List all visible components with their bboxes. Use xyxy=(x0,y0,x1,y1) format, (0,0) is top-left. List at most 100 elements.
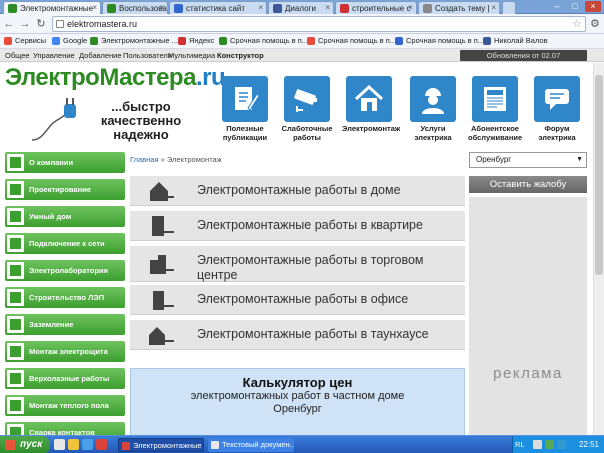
sidebar-item-switchboard[interactable]: Монтаж электрощита xyxy=(5,341,125,362)
bookmark-label: Срочная помощь в п... xyxy=(406,36,485,45)
sidebar-item-grid-connection[interactable]: Подключение к сети xyxy=(5,233,125,254)
bookmark-item[interactable]: Срочная помощь в п... xyxy=(219,36,308,45)
wrench-icon[interactable]: ⚙ xyxy=(590,17,600,30)
sidebar-item-laboratory[interactable]: Электролаборатория xyxy=(5,260,125,281)
header-nav-electrician[interactable]: Услуги электрика xyxy=(406,76,460,142)
language-indicator[interactable]: RL xyxy=(515,440,525,449)
taskbar-window-notepad[interactable]: Текстовый докумен... xyxy=(208,438,294,452)
site-favicon-icon xyxy=(107,4,116,13)
browser-tab[interactable]: Диалоги × xyxy=(268,1,334,14)
admin-menu-item[interactable]: Пользователи xyxy=(123,51,172,60)
service-label: Электромонтажные работы в квартире xyxy=(197,218,423,232)
start-button[interactable]: пуск xyxy=(0,436,50,453)
close-icon[interactable]: × xyxy=(159,3,164,12)
taskbar-window-browser[interactable]: Электромонтажные ... xyxy=(118,438,204,452)
close-icon[interactable]: × xyxy=(491,3,496,12)
sidebar-item-label: Электролаборатория xyxy=(29,266,109,275)
header-nav-electrical[interactable]: Электромонтаж xyxy=(342,76,400,133)
sidebar-item-smart-home[interactable]: Умный дом xyxy=(5,206,125,227)
browser-tab[interactable]: строительные с × xyxy=(335,1,417,14)
bookmark-item[interactable]: Яндекс xyxy=(178,36,214,45)
site-favicon-icon xyxy=(8,4,17,13)
admin-menu-item[interactable]: Мультимедиа xyxy=(168,51,215,60)
minimize-icon[interactable]: – xyxy=(549,1,565,12)
browser-tab[interactable]: Электромонтажные × xyxy=(3,1,101,15)
bookmark-star-icon[interactable]: ☆ xyxy=(572,17,582,31)
flask-icon xyxy=(7,262,24,279)
desktop-icon[interactable] xyxy=(54,439,65,450)
ie-icon[interactable] xyxy=(82,439,93,450)
taskbar-window-label: Электромонтажные ... xyxy=(133,441,204,450)
updates-button[interactable]: Обновления от 02.07 xyxy=(460,50,587,61)
maximize-icon[interactable]: □ xyxy=(567,1,583,12)
breadcrumb-home-link[interactable]: Главная xyxy=(130,155,159,164)
bookmark-item[interactable]: Срочная помощь в п... xyxy=(395,36,484,45)
service-item-mall[interactable]: Электромонтажные работы в торговом центр… xyxy=(130,246,465,282)
scrollbar-thumb[interactable] xyxy=(595,75,603,275)
close-window-icon[interactable]: × xyxy=(585,1,601,12)
reload-icon[interactable]: ↻ xyxy=(34,17,48,31)
page-scrollbar[interactable] xyxy=(593,63,604,435)
close-icon[interactable]: × xyxy=(258,3,263,12)
sidebar-item-floor-heating[interactable]: Монтаж теплого пола xyxy=(5,395,125,416)
bookmark-item[interactable]: Срочная помощь в п... xyxy=(307,36,396,45)
antivirus-icon[interactable] xyxy=(545,440,554,449)
service-item-office[interactable]: Электромонтажные работы в офисе xyxy=(130,285,465,315)
site-icon xyxy=(307,37,315,45)
sidebar-item-label: Умный дом xyxy=(29,212,72,221)
browser-tab[interactable]: Воспользовавшис × xyxy=(102,1,168,14)
sidebar-item-label: Верхолазные работы xyxy=(29,374,110,383)
header-nav-low-current[interactable]: Слаботочные работы xyxy=(280,76,334,142)
sidebar-item-power-lines[interactable]: Строительство ЛЭП xyxy=(5,287,125,308)
admin-menu-item[interactable]: Управление xyxy=(33,51,75,60)
header-nav-forum[interactable]: Форум электрика xyxy=(530,76,584,142)
header-nav-publications[interactable]: Полезные публикации xyxy=(218,76,272,142)
sidebar-item-about[interactable]: О компании xyxy=(5,152,125,173)
page-icon xyxy=(56,20,64,28)
house-plug-icon xyxy=(150,182,174,201)
yandex-favicon-icon xyxy=(340,4,349,13)
bookmark-label: Срочная помощь в п... xyxy=(318,36,397,45)
sidebar-item-design[interactable]: Проектирование xyxy=(5,179,125,200)
bookmark-item[interactable]: Google xyxy=(52,36,87,45)
back-icon[interactable]: ← xyxy=(2,17,16,31)
yandex-icon xyxy=(178,37,186,45)
bookmark-item[interactable]: Электромонтажные ... xyxy=(90,36,178,45)
sidebar-item-climbing[interactable]: Верхолазные работы xyxy=(5,368,125,389)
browser-tab[interactable]: Создать тему | × xyxy=(418,1,500,14)
complaint-button[interactable]: Оставить жалобу xyxy=(469,176,587,193)
close-icon[interactable]: × xyxy=(325,3,330,12)
network-icon[interactable] xyxy=(533,440,542,449)
sidebar-item-grounding[interactable]: Заземление xyxy=(5,314,125,335)
new-tab-button[interactable] xyxy=(502,1,516,14)
header-nav-subscription[interactable]: Абонентское обслуживание xyxy=(468,76,522,142)
ad-label: реклама xyxy=(493,365,563,382)
service-label: Электромонтажные работы в таунхаусе xyxy=(197,327,429,341)
ad-banner[interactable]: реклама xyxy=(469,197,587,453)
url-input[interactable]: elektromastera.ru ☆ xyxy=(52,16,586,32)
service-item-house[interactable]: Электромонтажные работы в доме xyxy=(130,176,465,206)
bookmark-label: Google xyxy=(63,36,88,45)
windows-logo-icon xyxy=(5,440,15,450)
volume-icon[interactable] xyxy=(557,440,566,449)
site-logo[interactable]: ЭлектроМастера.ru xyxy=(5,64,226,92)
bookmark-item[interactable]: Сервисы xyxy=(4,36,46,45)
bookmark-item[interactable]: Николай Валов xyxy=(483,36,548,45)
folder-icon[interactable] xyxy=(68,439,79,450)
admin-menu-item[interactable]: Общее xyxy=(5,51,30,60)
nav-label: Полезные публикации xyxy=(222,124,268,142)
chrome-icon[interactable] xyxy=(96,439,107,450)
close-icon[interactable]: × xyxy=(92,3,97,12)
close-icon[interactable]: × xyxy=(408,3,413,12)
admin-menu-item[interactable]: Добавление xyxy=(79,51,122,60)
bookmark-label: Срочная помощь в п... xyxy=(230,36,309,45)
service-item-apartment[interactable]: Электромонтажные работы в квартире xyxy=(130,211,465,241)
forward-icon[interactable]: → xyxy=(18,17,32,31)
bookmark-label: Сервисы xyxy=(15,36,47,45)
worker-icon xyxy=(410,76,456,122)
service-item-townhouse[interactable]: Электромонтажные работы в таунхаусе xyxy=(130,320,465,350)
plug-icon xyxy=(31,98,76,141)
browser-tab[interactable]: статистика сайт × xyxy=(169,1,267,14)
city-select[interactable]: Оренбург ▼ xyxy=(469,152,587,168)
admin-menu-item[interactable]: Конструктор xyxy=(217,51,264,60)
